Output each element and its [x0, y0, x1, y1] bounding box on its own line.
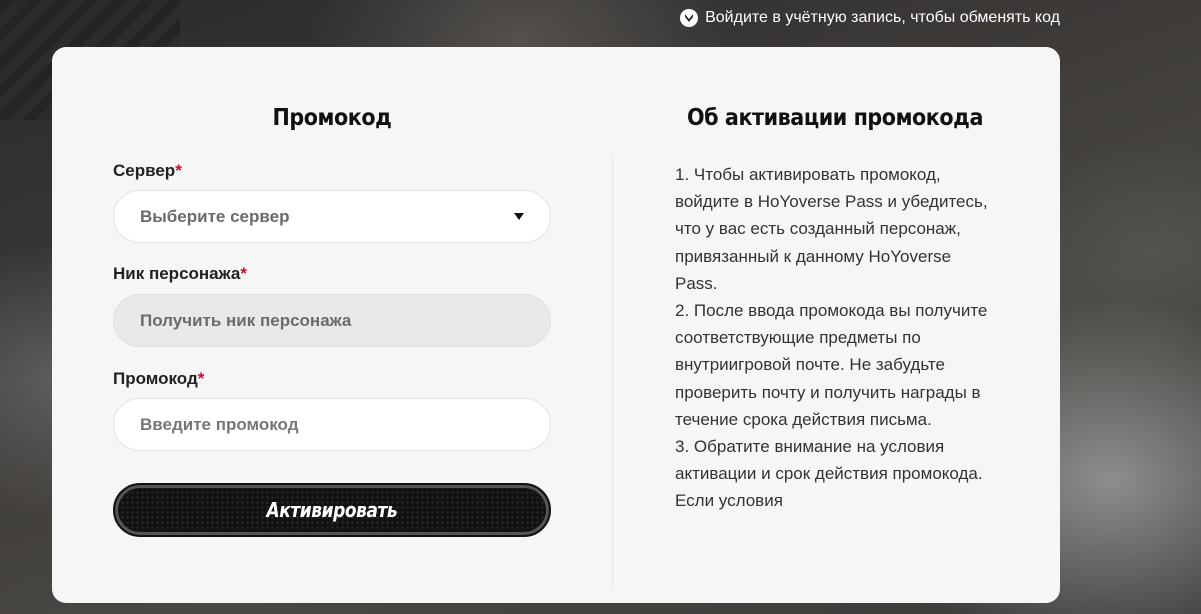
- info-title: Об активации промокода: [687, 105, 983, 131]
- server-label: Сервер*: [113, 161, 182, 181]
- required-mark: *: [240, 264, 247, 283]
- column-divider: [612, 157, 613, 587]
- server-label-text: Сервер: [113, 161, 176, 180]
- caret-down-icon: [514, 213, 524, 220]
- server-select-placeholder: Выберите сервер: [140, 206, 290, 226]
- login-hint-text: Войдите в учётную запись, чтобы обменять…: [705, 9, 1060, 26]
- activate-button-label: Активировать: [266, 498, 398, 522]
- server-select[interactable]: Выберите сервер: [113, 190, 551, 243]
- required-mark: *: [197, 369, 205, 388]
- form-title: Промокод: [272, 105, 392, 131]
- promo-code-input[interactable]: [113, 398, 551, 451]
- login-hint-link[interactable]: Войдите в учётную запись, чтобы обменять…: [680, 9, 1060, 27]
- hoyoverse-logo-icon: [680, 9, 699, 27]
- info-paragraph: 2. После ввода промокода вы получите соо…: [675, 301, 988, 429]
- info-text: 1. Чтобы активировать промокод, войдите …: [675, 161, 993, 543]
- promo-card: Промокод Сервер* Выберите сервер Ник пер…: [52, 47, 1060, 603]
- info-paragraph: 3. Обратите внимание на условия активаци…: [675, 437, 983, 511]
- nickname-field-placeholder: Получить ник персонажа: [140, 310, 352, 330]
- promo-label: Промокод*: [113, 369, 204, 389]
- nickname-field[interactable]: Получить ник персонажа: [113, 294, 551, 347]
- nickname-label-text: Ник персонажа: [113, 264, 241, 283]
- activate-button[interactable]: Активировать: [113, 483, 551, 537]
- nickname-label: Ник персонажа*: [113, 264, 247, 284]
- promo-label-text: Промокод: [113, 369, 198, 388]
- required-mark: *: [175, 161, 182, 180]
- info-paragraph: 1. Чтобы активировать промокод, войдите …: [675, 165, 988, 293]
